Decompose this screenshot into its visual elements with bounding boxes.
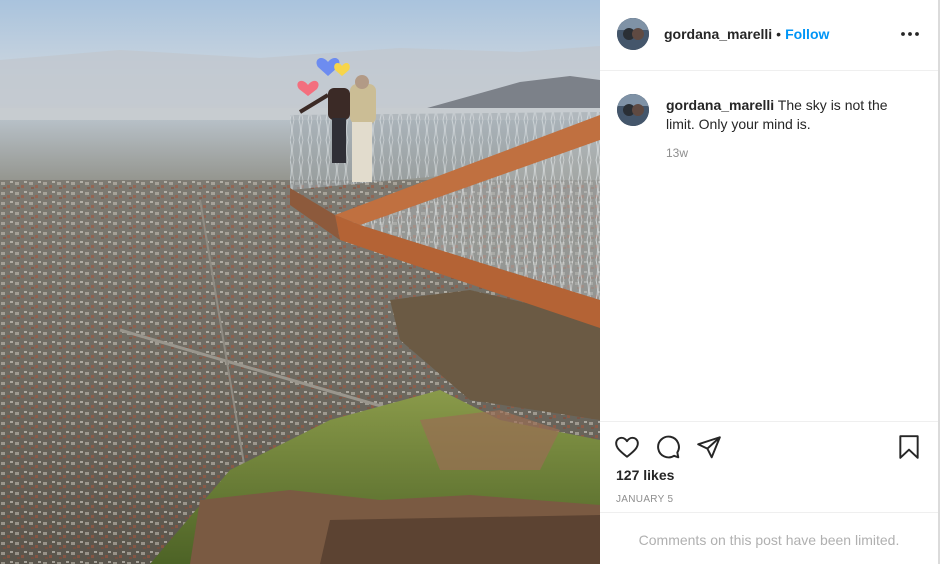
likes-count[interactable]: 127 likes [616,467,674,483]
post-header: gordana_marelli • Follow [600,0,938,71]
post-photo[interactable] [0,0,600,564]
comments-limited-notice: Comments on this post have been limited. [600,512,938,565]
comment-icon[interactable] [655,434,681,460]
header-username[interactable]: gordana_marelli [664,26,772,42]
more-options-icon[interactable] [898,24,922,44]
follow-button[interactable]: Follow [785,26,829,42]
caption-text: gordana_marelli The sky is not the limit… [666,96,906,134]
post-sidebar: gordana_marelli • Follow gordana_marelli… [600,0,940,564]
header-user-line: gordana_marelli • Follow [664,26,829,42]
skywalk-landscape-image [0,0,600,564]
post-date[interactable]: JANUARY 5 [616,494,673,505]
share-icon[interactable] [696,434,722,460]
avatar[interactable] [617,18,649,50]
bookmark-icon[interactable] [896,434,922,460]
instagram-post: gordana_marelli • Follow gordana_marelli… [0,0,940,564]
time-ago[interactable]: 13w [666,146,688,160]
caption-avatar[interactable] [617,94,649,126]
caption-username[interactable]: gordana_marelli [666,97,774,113]
action-bar [600,421,938,472]
separator-dot: • [776,26,782,42]
heart-icon[interactable] [614,434,640,460]
